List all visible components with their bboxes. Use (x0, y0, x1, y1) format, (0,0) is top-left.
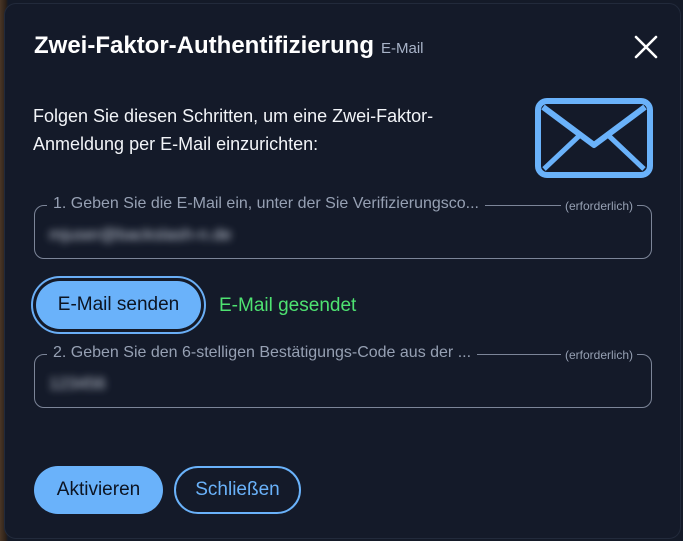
code-field-label: 2. Geben Sie den 6-stelligen Bestätigung… (47, 344, 478, 362)
dialog-header: Zwei-Faktor-Authentifizierung E-Mail (34, 32, 424, 60)
intro-text: Folgen Sie diesen Schritten, um eine Zwe… (33, 106, 434, 154)
envelope-icon (535, 98, 653, 178)
code-required-hint: (erforderlich) (560, 348, 637, 362)
dialog-title: Zwei-Faktor-Authentifizierung (34, 32, 374, 59)
email-field: 1. Geben Sie die E-Mail ein, unter der S… (34, 195, 652, 259)
two-factor-dialog: Zwei-Faktor-Authentifizierung E-Mail Fol… (4, 3, 681, 539)
code-field: 2. Geben Sie den 6-stelligen Bestätigung… (34, 344, 652, 408)
close-dialog-button[interactable]: Schließen (174, 466, 301, 514)
close-button[interactable] (631, 32, 661, 62)
dialog-subtitle: E-Mail (380, 40, 424, 57)
activate-button[interactable]: Aktivieren (34, 466, 163, 514)
email-input[interactable] (49, 222, 609, 248)
close-icon (634, 35, 658, 59)
send-email-button[interactable]: E-Mail senden (31, 276, 206, 334)
email-field-label: 1. Geben Sie die E-Mail ein, unter der S… (47, 195, 485, 213)
send-email-button-label: E-Mail senden (36, 281, 201, 329)
email-required-hint: (erforderlich) (560, 199, 637, 213)
email-sent-status: E-Mail gesendet (219, 295, 357, 316)
code-input[interactable] (49, 371, 609, 397)
